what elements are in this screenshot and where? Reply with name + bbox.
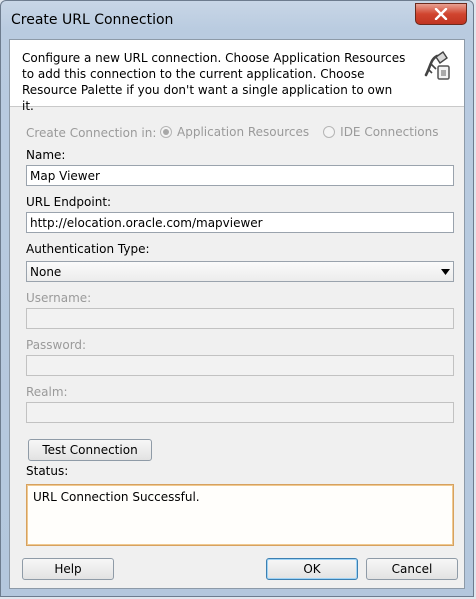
- status-box: URL Connection Successful.: [26, 484, 454, 546]
- dialog-content: Configure a new URL connection. Choose A…: [9, 39, 465, 589]
- cancel-button[interactable]: Cancel: [366, 558, 458, 580]
- title-bar[interactable]: Create URL Connection: [1, 1, 473, 39]
- realm-field[interactable]: [26, 402, 454, 423]
- window-title: Create URL Connection: [11, 12, 174, 28]
- connection-plug-icon: [424, 51, 450, 80]
- authentication-type-value: None: [30, 264, 62, 279]
- status-label: Status:: [26, 464, 69, 478]
- radio-application-resources-label: Application Resources: [177, 125, 310, 139]
- authentication-type-label: Authentication Type:: [26, 242, 150, 256]
- help-button[interactable]: Help: [22, 558, 114, 580]
- radio-ide-connections-label: IDE Connections: [340, 125, 439, 139]
- radio-ide-connections[interactable]: [323, 126, 336, 138]
- url-endpoint-label: URL Endpoint:: [26, 195, 112, 209]
- username-label: Username:: [26, 291, 92, 305]
- password-label: Password:: [26, 338, 87, 352]
- status-message: URL Connection Successful.: [33, 490, 200, 504]
- test-connection-button[interactable]: Test Connection: [28, 439, 152, 461]
- url-endpoint-field[interactable]: [26, 212, 454, 233]
- radio-application-resources[interactable]: [160, 126, 172, 138]
- ok-button[interactable]: OK: [266, 558, 358, 580]
- name-label: Name:: [26, 148, 66, 162]
- create-in-label: Create Connection in:: [26, 126, 157, 140]
- header-panel: Configure a new URL connection. Choose A…: [10, 40, 464, 113]
- chevron-down-icon: [441, 268, 450, 275]
- username-field[interactable]: [26, 308, 454, 329]
- close-icon: [434, 8, 448, 20]
- create-in-radio-group: Application Resources IDE Connections: [160, 125, 438, 139]
- header-description: Configure a new URL connection. Choose A…: [22, 51, 406, 113]
- realm-label: Realm:: [26, 385, 68, 399]
- password-field[interactable]: [26, 355, 454, 376]
- name-field[interactable]: [26, 165, 454, 186]
- close-button[interactable]: [415, 3, 467, 25]
- dialog-window: Create URL Connection Configure a new UR…: [0, 0, 474, 597]
- authentication-type-select[interactable]: None: [26, 261, 454, 282]
